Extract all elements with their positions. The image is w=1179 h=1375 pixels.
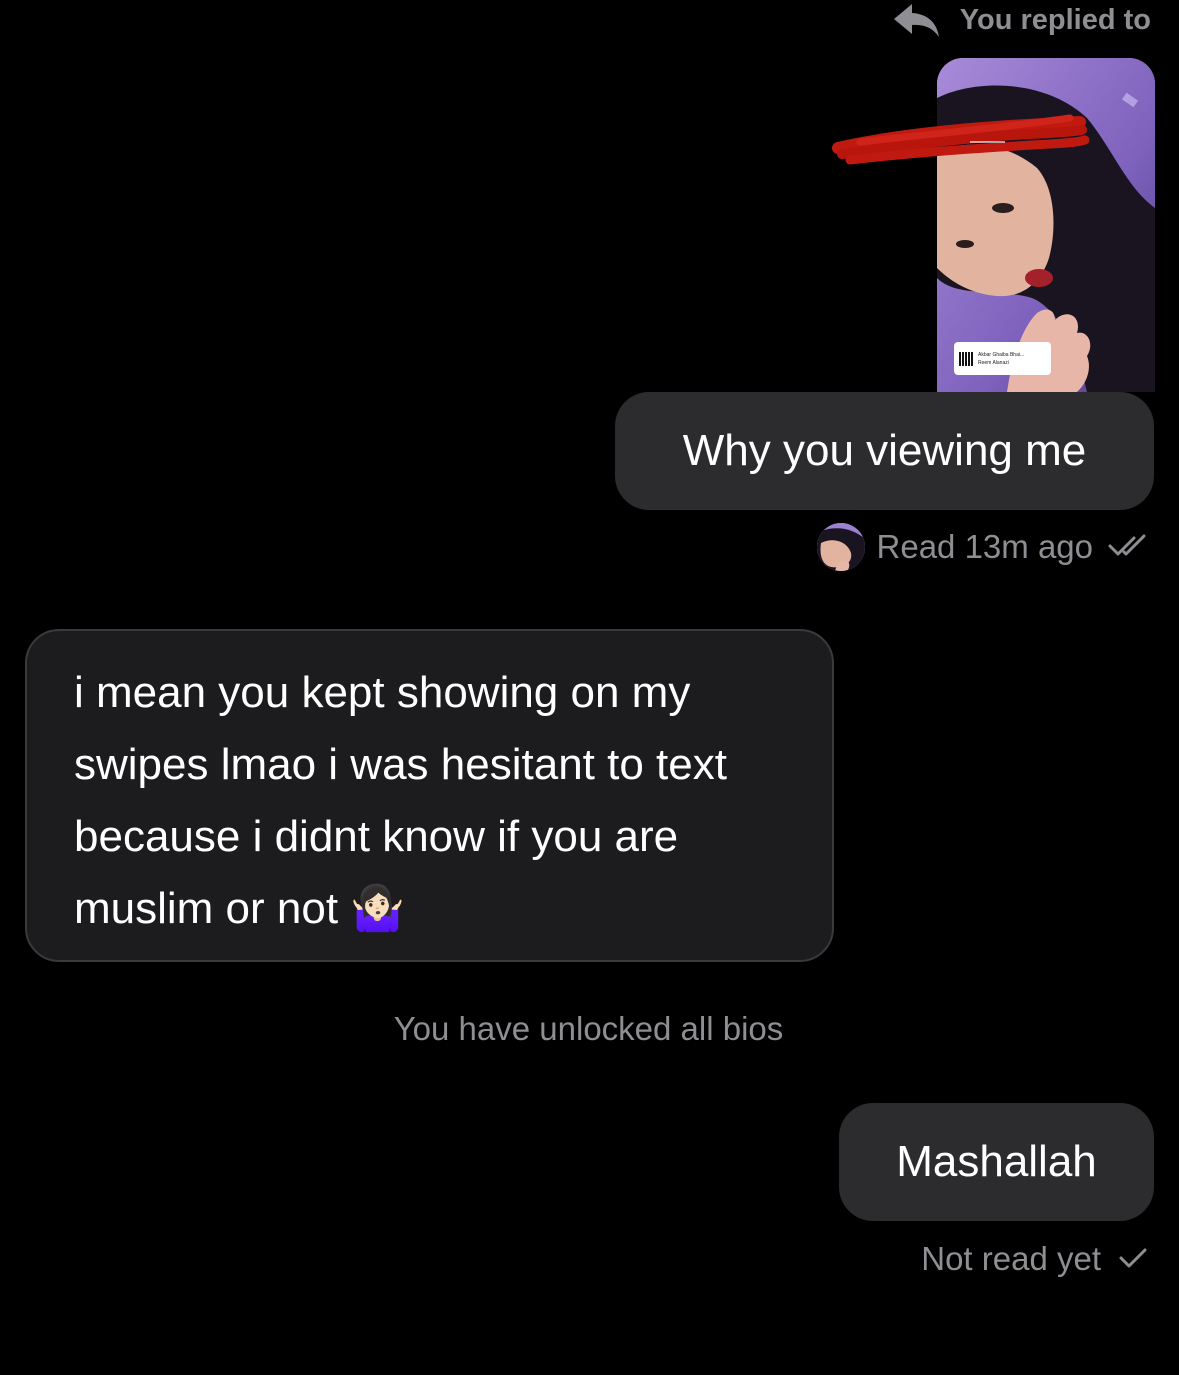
message-text: i mean you kept showing on my swipes lma…	[74, 668, 727, 933]
reply-header-label: You replied to	[959, 3, 1151, 36]
reply-arrow-icon	[890, 0, 942, 40]
incoming-message-bubble[interactable]: i mean you kept showing on my swipes lma…	[25, 629, 834, 962]
redaction-scribble	[832, 114, 1090, 165]
system-message-text: You have unlocked all bios	[393, 1010, 784, 1047]
message-text: Mashallah	[896, 1137, 1097, 1186]
avatar[interactable]	[816, 523, 865, 571]
outgoing-message-bubble[interactable]: Why you viewing me	[615, 392, 1154, 510]
unread-status-text: Not read yet	[921, 1240, 1101, 1277]
music-sticker: Akbar Ghaiba Bhai... Reem Alanazi	[954, 342, 1051, 375]
double-check-icon	[1107, 528, 1151, 566]
delivery-status: Not read yet	[921, 1236, 1151, 1282]
system-message: You have unlocked all bios	[0, 1010, 1179, 1048]
sticker-title: Akbar Ghaiba Bhai...	[978, 351, 1025, 358]
reply-header: You replied to	[890, 0, 1151, 40]
read-receipt: Read 13m ago	[816, 522, 1151, 572]
sticker-subtitle: Reem Alanazi	[978, 359, 1009, 366]
sticker-barcode-icon	[959, 351, 973, 366]
single-check-icon	[1115, 1240, 1151, 1278]
read-status-text: Read 13m ago	[876, 528, 1093, 565]
message-text: Why you viewing me	[682, 426, 1087, 475]
outgoing-message-bubble[interactable]: Mashallah	[839, 1103, 1154, 1221]
